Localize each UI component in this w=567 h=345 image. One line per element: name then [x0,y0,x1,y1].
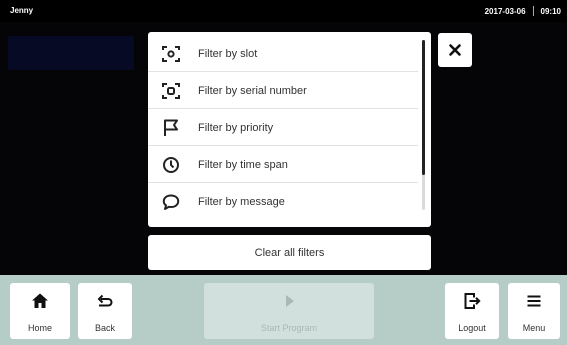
logout-icon [464,293,481,309]
background-panel [8,36,134,70]
user-name: Jenny [10,6,34,15]
close-icon [449,44,461,56]
back-arrow-icon [97,294,113,307]
filter-item-message[interactable]: Filter by message [148,183,418,220]
home-button[interactable]: Home [10,283,70,339]
menu-label: Menu [522,323,546,333]
slot-icon [162,46,180,62]
date: 2017-03-06 [484,7,526,16]
time: 09:10 [540,7,561,16]
close-button[interactable] [438,33,472,67]
filter-item-priority[interactable]: Filter by priority [148,109,418,146]
filter-scrollbar[interactable] [422,40,425,210]
filter-label: Filter by message [198,196,285,208]
date-time: 2017-03-06 09:10 [485,6,561,16]
home-label: Home [27,323,52,333]
logout-label: Logout [458,323,486,333]
filter-item-slot[interactable]: Filter by slot [148,35,418,72]
filter-label: Filter by time span [198,159,288,171]
divider [532,6,534,16]
back-label: Back [94,323,115,333]
scroll-thumb[interactable] [422,40,425,175]
status-bar: Jenny 2017-03-06 09:10 [0,0,567,22]
clear-filters-button[interactable]: Clear all filters [148,235,431,270]
filter-panel: Filter by slot Filter by serial number F… [148,32,431,227]
home-icon [32,293,48,308]
speech-bubble-icon [162,194,180,210]
menu-button[interactable]: Menu [508,283,560,339]
filter-item-time-span[interactable]: Filter by time span [148,146,418,183]
start-program-label: Start Program [260,323,318,333]
filter-label: Filter by slot [198,48,258,60]
bottom-nav-bar: Home Back Start Program Logout Menu [0,275,567,345]
play-icon [286,295,294,307]
serial-number-icon [162,83,180,99]
flag-icon [164,119,178,136]
logout-button[interactable]: Logout [445,283,499,339]
back-button[interactable]: Back [78,283,132,339]
start-program-button[interactable]: Start Program [204,283,374,339]
filter-label: Filter by priority [198,122,274,134]
hamburger-menu-icon [527,295,541,307]
filter-item-serial-number[interactable]: Filter by serial number [148,72,418,109]
filter-label: Filter by serial number [198,85,307,97]
clear-filters-label: Clear all filters [254,247,325,259]
clock-icon [163,157,179,173]
